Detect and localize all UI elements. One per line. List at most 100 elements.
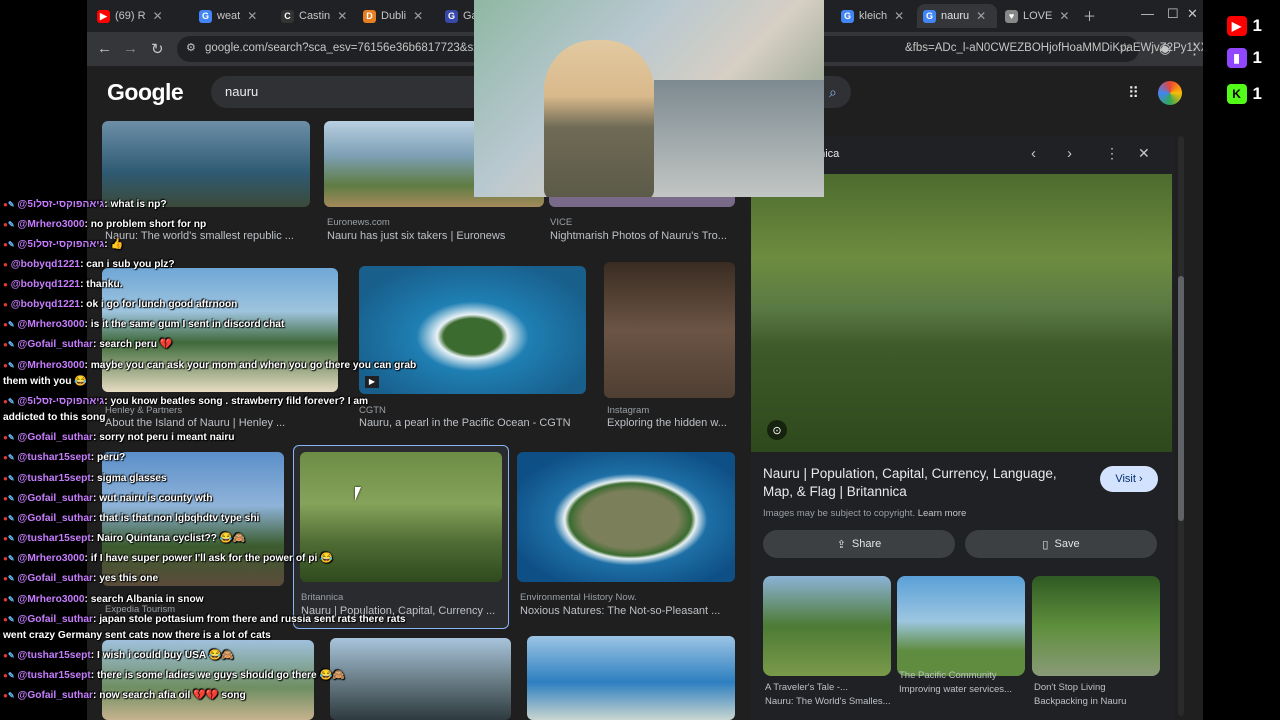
result-title[interactable]: About the Island of Nauru | Henley ...: [105, 417, 341, 429]
result-title[interactable]: Noxious Natures: The Not-so-Pleasant ...: [520, 605, 735, 617]
close-icon[interactable]: ✕: [1059, 9, 1069, 23]
bookmark-star-icon[interactable]: ☆: [1119, 40, 1131, 56]
share-icon: ⇪: [836, 538, 846, 551]
related-image[interactable]: [1032, 576, 1160, 676]
chat-line: ●✎ @גיאהפוקסי-זסלו5: you know beatles so…: [3, 396, 369, 407]
result-source: Euronews.com: [327, 217, 390, 228]
share-button[interactable]: ⇪ Share: [763, 530, 955, 558]
chat-line: ●✎ @גיאהפוקסי-זסלו5: 👍: [3, 239, 124, 250]
tab-castin[interactable]: C Castin ✕: [275, 4, 353, 28]
chat-line: ●✎ @Mrhero3000: maybe you can ask your m…: [3, 360, 417, 371]
result-image[interactable]: [359, 266, 586, 394]
close-icon[interactable]: ✕: [153, 9, 163, 23]
chat-line: ●✎ @Gofail_suthar: wut nairu is county w…: [3, 493, 213, 504]
close-window-button[interactable]: ✕: [1187, 6, 1198, 22]
site-info-icon[interactable]: ⚙: [186, 41, 196, 54]
related-image[interactable]: [763, 576, 891, 676]
result-source: Britannica: [301, 592, 344, 603]
chevron-right-icon[interactable]: ›: [1067, 145, 1072, 162]
tab-weather[interactable]: G weat ✕: [193, 4, 271, 28]
close-icon[interactable]: ✕: [413, 9, 423, 23]
tab-kleich[interactable]: G kleich ✕: [835, 4, 913, 28]
share-label: Share: [851, 538, 882, 550]
result-title[interactable]: Nightmarish Photos of Nauru's Tro...: [550, 230, 735, 242]
maximize-button[interactable]: ☐: [1167, 6, 1179, 22]
result-title[interactable]: Nauru has just six takers | Euronews: [327, 230, 547, 242]
tab-nauru[interactable]: G nauru ✕: [917, 4, 997, 28]
related-title[interactable]: Nauru: The World's Smalles...: [765, 696, 895, 707]
related-title[interactable]: Improving water services...: [899, 684, 1029, 695]
visit-button[interactable]: Visit ›: [1100, 466, 1158, 492]
chat-line: ● @bobyqd1221: thanku.: [3, 279, 123, 290]
preview-image[interactable]: ⊙: [751, 174, 1172, 452]
visit-label: Visit: [1115, 473, 1136, 485]
chat-line: ●✎ @Mrhero3000: search Albania in snow: [3, 594, 204, 605]
close-icon[interactable]: ✕: [337, 9, 347, 23]
twitch-icon: ▮: [1226, 48, 1247, 68]
profile-icon[interactable]: ◉: [1159, 40, 1171, 57]
chat-line: went crazy Germany sent cats now there i…: [3, 630, 271, 641]
chat-line: them with you 😂: [3, 376, 87, 387]
result-source: Instagram: [607, 405, 650, 416]
search-input[interactable]: nauru: [225, 84, 258, 99]
scrollbar-thumb[interactable]: [1178, 276, 1184, 521]
search-icon[interactable]: ⌕: [829, 84, 837, 101]
webcam-overlay: [474, 0, 824, 197]
forward-icon[interactable]: →: [123, 40, 138, 57]
related-source: A Traveler's Tale -...: [765, 682, 848, 693]
result-image[interactable]: [517, 452, 735, 582]
tab-youtube[interactable]: ▶ (69) R ✕: [91, 4, 189, 28]
tab-dublin[interactable]: D Dubli ✕: [357, 4, 435, 28]
chat-line: ●✎ @Gofail_suthar: search peru 💔: [3, 339, 173, 350]
google-logo[interactable]: Google: [107, 79, 184, 106]
url-text: google.com/search?sca_esv=76156e36b68177…: [205, 42, 499, 54]
apps-grid-icon[interactable]: ⠿: [1128, 84, 1139, 102]
tab-label: kleich: [859, 10, 888, 22]
more-options-icon[interactable]: ⋮: [1105, 145, 1119, 162]
tab-love[interactable]: ♥ LOVE ✕: [999, 4, 1079, 28]
result-image[interactable]: [527, 636, 735, 720]
google-icon: G: [841, 9, 854, 23]
love-icon: ♥: [1005, 9, 1018, 23]
dublin-icon: D: [363, 9, 376, 23]
result-title[interactable]: Exploring the hidden w...: [607, 417, 735, 429]
result-title[interactable]: Nauru, a pearl in the Pacific Ocean - CG…: [359, 417, 589, 429]
youtube-icon: ▶: [97, 9, 110, 23]
chat-line: ●✎ @Gofail_suthar: japan stole pottasium…: [3, 614, 406, 625]
tab-label: nauru: [941, 10, 970, 22]
chat-line: ●✎ @Gofail_suthar: now search afia oil 💔…: [3, 690, 246, 701]
close-icon[interactable]: ✕: [1138, 145, 1150, 162]
result-image[interactable]: [330, 638, 511, 720]
close-icon[interactable]: ✕: [247, 9, 257, 23]
avatar[interactable]: [1158, 81, 1182, 105]
bookmark-icon: ▯: [1042, 538, 1049, 551]
result-image[interactable]: [102, 121, 310, 207]
reload-icon[interactable]: ↻: [151, 40, 164, 58]
image-preview-panel: nnica ‹ › ⋮ ✕ ⊙ Nauru | Population, Capi…: [751, 136, 1175, 720]
preview-title[interactable]: Nauru | Population, Capital, Currency, L…: [763, 465, 1083, 501]
chat-line: ●✎ @tushar15sept: peru?: [3, 452, 126, 463]
streamer-figure: [544, 40, 654, 197]
chevron-left-icon[interactable]: ‹: [1031, 145, 1036, 162]
lens-search-icon[interactable]: ⊙: [767, 420, 787, 440]
new-tab-button[interactable]: ＋: [1083, 6, 1096, 25]
back-icon[interactable]: ←: [97, 40, 112, 57]
related-title[interactable]: Backpacking in Nauru: [1034, 696, 1164, 707]
chat-line: ● @bobyqd1221: ok i go for lunch good af…: [3, 299, 238, 310]
mouse-cursor: [355, 487, 367, 501]
tab-label: Castin: [299, 10, 331, 22]
youtube-viewer-count: ▶ 1: [1226, 16, 1262, 36]
save-button[interactable]: ▯ Save: [965, 530, 1157, 558]
related-image[interactable]: [897, 576, 1025, 676]
chat-line: ●✎ @tushar15sept: sigma glasses: [3, 473, 167, 484]
youtube-icon: ▶: [1226, 16, 1247, 36]
result-title[interactable]: Nauru: The world's smallest republic ...: [105, 230, 305, 242]
page-scrollbar[interactable]: [1178, 136, 1184, 716]
menu-icon[interactable]: ⋮: [1187, 40, 1202, 58]
minimize-button[interactable]: —: [1141, 6, 1154, 21]
result-image[interactable]: [604, 262, 735, 398]
tab-label: Dubli: [381, 10, 407, 22]
close-icon[interactable]: ✕: [894, 9, 904, 23]
learn-more-link[interactable]: Learn more: [918, 508, 967, 519]
close-icon[interactable]: ✕: [976, 9, 986, 23]
